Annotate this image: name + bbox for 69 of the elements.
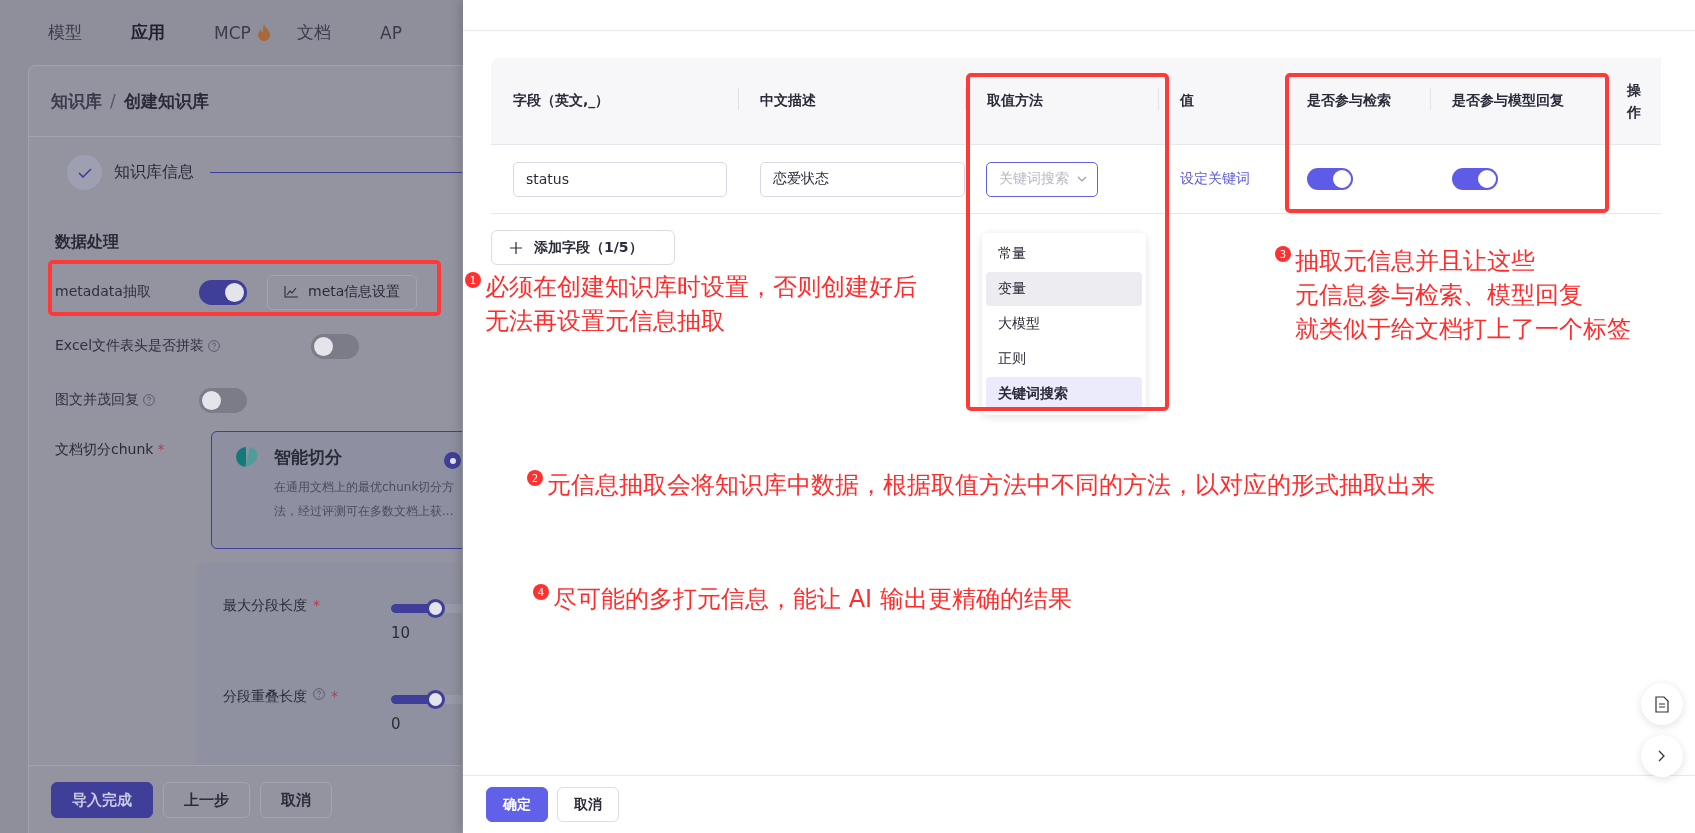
annotation-text: 必须在创建知识库时设置，否则创建好后 bbox=[485, 272, 917, 303]
leaf-icon bbox=[236, 446, 260, 468]
option-title: 智能切分 bbox=[274, 446, 342, 469]
chevron-right-icon bbox=[1658, 750, 1666, 762]
plus-icon bbox=[510, 241, 522, 254]
slider-label: 最大分段长度 bbox=[223, 597, 307, 615]
nav-tab[interactable]: 模型 bbox=[48, 21, 131, 44]
setting-label: 文档切分chunk bbox=[55, 441, 154, 459]
annotation-text: 无法再设置元信息抽取 bbox=[485, 306, 726, 337]
set-keywords-link[interactable]: 设定关键词 bbox=[1180, 170, 1250, 188]
drawer-button[interactable]: 取消 bbox=[557, 787, 619, 822]
slider-value: 10 bbox=[391, 624, 412, 642]
nav-tab[interactable]: AP bbox=[380, 22, 463, 43]
column-header: 是否参与检索 bbox=[1285, 58, 1430, 145]
radio-button[interactable] bbox=[444, 452, 461, 469]
number-badge: 3 bbox=[1275, 246, 1291, 262]
description-input[interactable]: 恋爱状态 bbox=[760, 161, 965, 197]
column-header: 值 bbox=[1158, 58, 1285, 145]
dropdown-option[interactable]: 大模型 bbox=[986, 307, 1142, 341]
toggle-switch[interactable] bbox=[199, 279, 247, 305]
slider-thumb[interactable] bbox=[426, 599, 445, 618]
page-button[interactable]: 上一步 bbox=[163, 782, 250, 818]
number-badge: 4 bbox=[533, 584, 549, 600]
slider-label: 分段重叠长度 bbox=[223, 688, 307, 706]
drawer-button[interactable]: 确定 bbox=[486, 787, 548, 822]
field-name-input[interactable]: status bbox=[513, 161, 727, 197]
chart-icon bbox=[284, 286, 298, 298]
breadcrumb-link[interactable]: 知识库 bbox=[51, 89, 102, 113]
column-header: 操作 bbox=[1605, 58, 1661, 145]
required-mark: * bbox=[157, 441, 165, 459]
chevron-down-icon bbox=[1077, 176, 1087, 182]
breadcrumb-separator: / bbox=[110, 91, 116, 111]
page-button[interactable]: 取消 bbox=[260, 782, 332, 818]
step-label: 知识库信息 bbox=[114, 162, 194, 183]
number-badge: 2 bbox=[527, 470, 543, 486]
page-button[interactable]: 导入完成 bbox=[51, 782, 153, 818]
required-mark: * bbox=[331, 688, 338, 704]
nav-tab[interactable]: MCP bbox=[214, 22, 297, 43]
number-badge: 1 bbox=[465, 272, 481, 288]
column-header: 取值方法 bbox=[965, 58, 1158, 145]
nav-tab[interactable]: 文档 bbox=[297, 21, 380, 44]
annotation-text: 尽可能的多打元信息，能让 AI 输出更精确的结果 bbox=[553, 584, 1072, 615]
toggle-switch[interactable] bbox=[1452, 168, 1498, 190]
dropdown-option[interactable]: 常量 bbox=[986, 237, 1142, 271]
setting-label: 图文并茂回复 bbox=[55, 391, 139, 409]
document-button[interactable] bbox=[1641, 683, 1683, 725]
toggle-switch[interactable] bbox=[311, 333, 359, 359]
slider-thumb[interactable] bbox=[426, 690, 445, 709]
slider-value: 0 bbox=[391, 715, 402, 733]
column-header: 字段（英文,_） bbox=[491, 58, 738, 145]
setting-label: metadata抽取 bbox=[55, 283, 151, 301]
annotation-text: 抽取元信息并且让这些 bbox=[1295, 246, 1536, 277]
add-field-button[interactable]: 添加字段（1/5） bbox=[491, 230, 675, 265]
annotation-text: 就类似于给文档打上了一个标签 bbox=[1295, 314, 1631, 345]
document-icon bbox=[1655, 695, 1669, 713]
meta-settings-button[interactable]: meta信息设置 bbox=[267, 274, 418, 310]
nav-tab[interactable]: 应用 bbox=[131, 21, 214, 44]
column-header: 是否参与模型回复 bbox=[1430, 58, 1605, 145]
annotation-text: 元信息抽取会将知识库中数据，根据取值方法中不同的方法，以对应的形式抽取出来 bbox=[547, 470, 1435, 501]
toggle-switch[interactable] bbox=[1307, 168, 1353, 190]
column-header: 中文描述 bbox=[738, 58, 965, 145]
toggle-switch[interactable] bbox=[199, 387, 247, 413]
page-title: 创建知识库 bbox=[123, 89, 209, 113]
section-title: 数据处理 bbox=[55, 232, 120, 253]
dropdown-option[interactable]: 正则 bbox=[986, 342, 1142, 376]
dropdown-option[interactable]: 变量 bbox=[986, 272, 1142, 306]
annotation-text: 元信息参与检索、模型回复 bbox=[1295, 280, 1584, 311]
required-mark: * bbox=[313, 597, 320, 613]
setting-label: Excel文件表头是否拼装 bbox=[55, 337, 205, 355]
